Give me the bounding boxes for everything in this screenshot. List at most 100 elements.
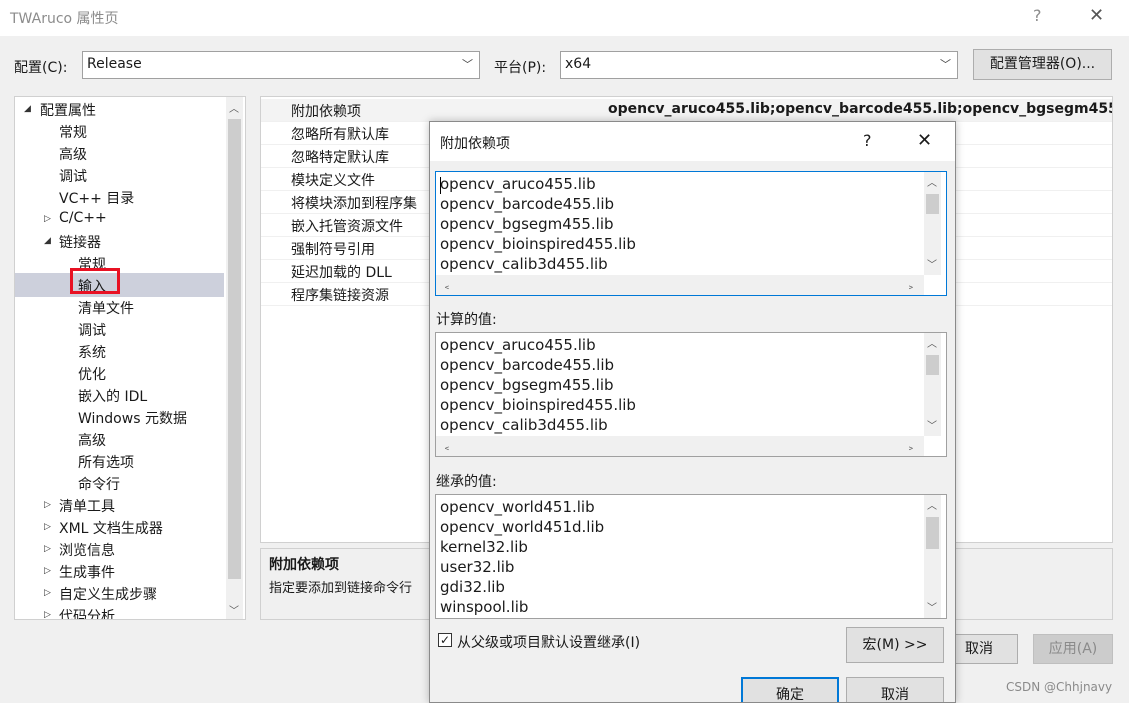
help-button[interactable]: ?	[1033, 6, 1042, 25]
scroll-thumb[interactable]	[926, 517, 939, 549]
tree-item-all-options[interactable]: 所有选项	[78, 452, 134, 472]
computed-label: 计算的值:	[436, 312, 497, 328]
tree-item-debugging[interactable]: 调试	[59, 166, 87, 186]
expand-down-icon[interactable]: ◢	[24, 104, 31, 114]
description-title: 附加依赖项	[269, 557, 339, 573]
prop-row-additional-deps[interactable]: 附加依赖项 opencv_aruco455.lib;opencv_barcode…	[261, 99, 1112, 122]
tree-item-manifest-tool[interactable]: 清单工具	[59, 496, 115, 516]
config-select[interactable]: Release ﹀	[82, 51, 480, 79]
scroll-thumb[interactable]	[926, 194, 939, 214]
chevron-up-icon[interactable]: ︿	[927, 174, 937, 189]
chevron-left-icon[interactable]: ﹤	[442, 278, 452, 293]
close-button[interactable]: ✕	[917, 130, 932, 151]
chevron-down-icon[interactable]: ﹀	[927, 599, 937, 614]
config-manager-button[interactable]: 配置管理器(O)...	[973, 49, 1112, 80]
dialog-title: 附加依赖项	[440, 136, 510, 152]
help-button[interactable]: ?	[863, 131, 872, 150]
platform-select[interactable]: x64 ﹀	[560, 51, 958, 79]
dependency-edit-box[interactable]: opencv_aruco455.lib opencv_barcode455.li…	[435, 171, 947, 296]
apply-button[interactable]: 应用(A)	[1033, 634, 1113, 664]
expand-right-icon[interactable]: ▷	[44, 588, 51, 598]
horizontal-scrollbar[interactable]: ﹤ ﹥	[436, 436, 924, 456]
expand-right-icon[interactable]: ▷	[44, 610, 51, 619]
expand-down-icon[interactable]: ◢	[44, 236, 51, 246]
tree-item-vc-directories[interactable]: VC++ 目录	[59, 188, 134, 208]
tree-item-linker-debugging[interactable]: 调试	[78, 320, 106, 340]
chevron-up-icon[interactable]: ︿	[229, 100, 239, 115]
dialog-cancel-button[interactable]: 取消	[846, 677, 944, 702]
prop-name: 将模块添加到程序集	[291, 196, 417, 212]
ok-button[interactable]: 确定	[741, 677, 839, 702]
inherited-values-list[interactable]: opencv_world451.lib opencv_world451d.lib…	[435, 494, 947, 619]
list-item: winspool.lib	[440, 598, 529, 616]
list-item[interactable]: opencv_calib3d455.lib	[440, 255, 608, 273]
list-item: opencv_world451d.lib	[440, 518, 605, 536]
chevron-left-icon[interactable]: ﹤	[442, 439, 452, 454]
chevron-up-icon[interactable]: ︿	[927, 497, 937, 512]
list-item: opencv_world451.lib	[440, 498, 595, 516]
inherited-label: 继承的值:	[436, 474, 497, 490]
expand-right-icon[interactable]: ▷	[44, 544, 51, 554]
tree-scrollbar[interactable]: ︿ ﹀	[226, 97, 243, 619]
vertical-scrollbar[interactable]: ︿ ﹀	[924, 333, 941, 436]
expand-right-icon[interactable]: ▷	[44, 500, 51, 510]
prop-name: 强制符号引用	[291, 242, 375, 258]
tree-item-manifest-file[interactable]: 清单文件	[78, 298, 134, 318]
chevron-down-icon[interactable]: ﹀	[927, 256, 937, 271]
expand-right-icon[interactable]: ▷	[44, 522, 51, 532]
scroll-thumb[interactable]	[228, 119, 241, 579]
list-item: kernel32.lib	[440, 538, 528, 556]
computed-values-list[interactable]: opencv_aruco455.lib opencv_barcode455.li…	[435, 332, 947, 457]
tree-item-xml-doc[interactable]: XML 文档生成器	[59, 518, 163, 538]
close-button[interactable]: ✕	[1089, 5, 1104, 26]
tree-item-build-events[interactable]: 生成事件	[59, 562, 115, 582]
vertical-scrollbar[interactable]: ︿ ﹀	[924, 172, 941, 275]
chevron-right-icon[interactable]: ﹥	[906, 439, 916, 454]
tree-item-advanced[interactable]: 高级	[59, 144, 87, 164]
list-item[interactable]: opencv_bgsegm455.lib	[440, 215, 614, 233]
tree-item-embedded-idl[interactable]: 嵌入的 IDL	[78, 386, 147, 406]
prop-name: 嵌入托管资源文件	[291, 219, 403, 235]
tree-item-general[interactable]: 常规	[59, 122, 87, 142]
tree-item-c-cpp[interactable]: C/C++	[59, 210, 107, 226]
horizontal-scrollbar[interactable]: ﹤ ﹥	[436, 275, 924, 295]
tree-item-system[interactable]: 系统	[78, 342, 106, 362]
platform-label: 平台(P):	[494, 60, 547, 76]
tree-item-windows-metadata[interactable]: Windows 元数据	[78, 408, 187, 428]
tree-item-linker[interactable]: 链接器	[59, 232, 101, 252]
prop-name: 延迟加载的 DLL	[291, 265, 392, 281]
macro-button[interactable]: 宏(M) >>	[846, 627, 944, 663]
list-item[interactable]: opencv_bioinspired455.lib	[440, 235, 636, 253]
tree-item-command-line[interactable]: 命令行	[78, 474, 120, 494]
list-item[interactable]: opencv_aruco455.lib	[440, 175, 596, 193]
chevron-right-icon[interactable]: ﹥	[906, 278, 916, 293]
tree-item-config-properties[interactable]: 配置属性	[40, 100, 96, 120]
text-cursor	[440, 177, 441, 194]
list-item: opencv_aruco455.lib	[440, 336, 596, 354]
scroll-thumb[interactable]	[926, 355, 939, 375]
vertical-scrollbar[interactable]: ︿ ﹀	[924, 495, 941, 618]
list-item: opencv_barcode455.lib	[440, 356, 615, 374]
tree-item-optimization[interactable]: 优化	[78, 364, 106, 384]
tree-item-browse-info[interactable]: 浏览信息	[59, 540, 115, 560]
tree-item-code-analysis[interactable]: 代码分析	[59, 606, 115, 619]
chevron-down-icon[interactable]: ﹀	[229, 602, 239, 617]
list-item: opencv_bioinspired455.lib	[440, 396, 636, 414]
prop-value[interactable]: opencv_aruco455.lib;opencv_barcode455.li…	[608, 101, 1112, 117]
inherit-checkbox[interactable]: ✓	[438, 633, 452, 647]
list-item: opencv_calib3d455.lib	[440, 416, 608, 434]
list-item: gdi32.lib	[440, 578, 505, 596]
watermark: CSDN @Chhjnavy	[1006, 680, 1113, 694]
expand-right-icon[interactable]: ▷	[44, 214, 51, 224]
inherit-checkbox-label[interactable]: 从父级或项目默认设置继承(I)	[457, 632, 640, 652]
list-item: user32.lib	[440, 558, 515, 576]
chevron-down-icon[interactable]: ﹀	[927, 417, 937, 432]
dialog-title-bar: 附加依赖项 ? ✕	[430, 122, 955, 161]
expand-right-icon[interactable]: ▷	[44, 566, 51, 576]
chevron-up-icon[interactable]: ︿	[927, 335, 937, 350]
property-tree: ◢ 配置属性 常规 高级 调试 VC++ 目录 ▷ C/C++ ◢ 链接器 常规…	[14, 96, 246, 620]
tree-item-linker-advanced[interactable]: 高级	[78, 430, 106, 450]
tree-item-custom-build[interactable]: 自定义生成步骤	[59, 584, 157, 604]
config-label: 配置(C):	[14, 60, 68, 76]
list-item[interactable]: opencv_barcode455.lib	[440, 195, 614, 213]
